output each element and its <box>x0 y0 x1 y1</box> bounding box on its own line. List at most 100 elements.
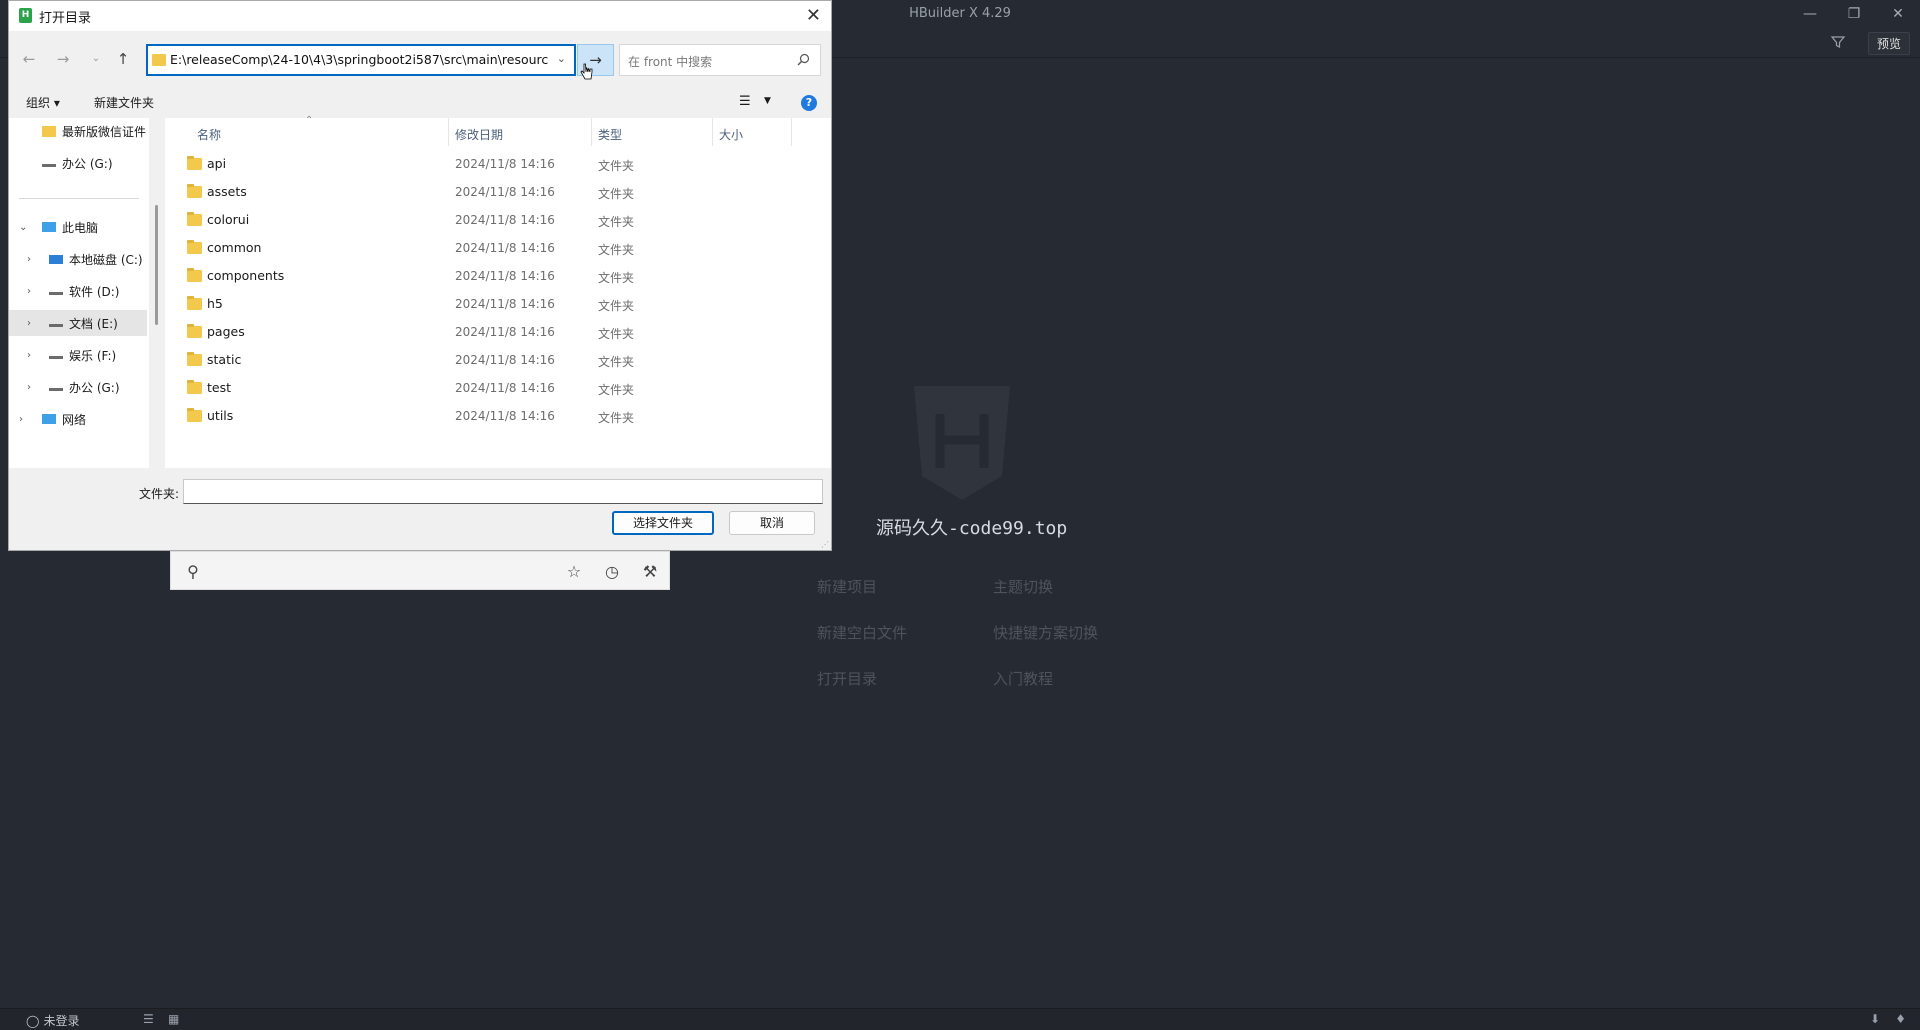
nav-item-label: 办公 (G:) <box>69 380 120 395</box>
address-bar[interactable]: E:\releaseComp\24-10\4\3\springboot2i587… <box>146 44 576 76</box>
nav-item-label: 文档 (E:) <box>69 316 118 331</box>
view-list-icon[interactable]: ☰ <box>739 94 751 109</box>
collapsed-chevron-icon[interactable]: › <box>27 254 31 265</box>
view-dropdown-icon[interactable]: ▼ <box>764 96 771 106</box>
collapsed-chevron-icon[interactable]: › <box>27 382 31 393</box>
drive-icon <box>49 291 63 295</box>
column-divider[interactable] <box>448 118 449 146</box>
folder-icon <box>187 268 202 282</box>
outline-icon[interactable]: ☰ <box>143 1012 154 1026</box>
open-directory-dialog: H 打开目录 ✕ ← → ⌄ ↑ E:\releaseComp\24-10\4\… <box>8 0 832 551</box>
new-project-link[interactable]: 新建项目 <box>817 576 877 597</box>
file-row[interactable]: colorui 2024/11/8 14:16 文件夹 <box>165 206 831 234</box>
file-row[interactable]: components 2024/11/8 14:16 文件夹 <box>165 262 831 290</box>
collapsed-chevron-icon[interactable]: › <box>27 286 31 297</box>
star-icon[interactable]: ☆ <box>564 562 584 582</box>
nav-item-drive-f[interactable]: › 娱乐 (F:) <box>9 342 147 368</box>
file-row[interactable]: test 2024/11/8 14:16 文件夹 <box>165 374 831 402</box>
organize-button[interactable]: 组织 ▾ <box>26 94 60 111</box>
select-folder-button[interactable]: 选择文件夹 <box>612 511 714 535</box>
file-row[interactable]: common 2024/11/8 14:16 文件夹 <box>165 234 831 262</box>
file-date: 2024/11/8 14:16 <box>455 185 555 199</box>
nav-item-wechat-folder[interactable]: 最新版微信证件 <box>9 118 147 144</box>
tools-icon[interactable]: ⚒ <box>640 562 660 582</box>
user-status-label: 未登录 <box>43 1014 80 1028</box>
drive-icon <box>49 323 63 327</box>
file-row[interactable]: api 2024/11/8 14:16 文件夹 <box>165 150 831 178</box>
column-header-date[interactable]: 修改日期 <box>455 126 503 143</box>
back-arrow-icon[interactable]: ← <box>19 49 39 69</box>
filter-icon[interactable] <box>1830 34 1846 50</box>
resize-grip-icon[interactable]: ⋰ <box>821 540 829 549</box>
file-type: 文件夹 <box>598 327 635 341</box>
file-row[interactable]: utils 2024/11/8 14:16 文件夹 <box>165 402 831 430</box>
file-type: 文件夹 <box>598 215 635 229</box>
folder-input[interactable] <box>183 479 823 504</box>
preview-button[interactable]: 预览 <box>1867 32 1910 55</box>
file-type: 文件夹 <box>598 243 635 257</box>
nav-item-drive-d[interactable]: › 软件 (D:) <box>9 278 147 304</box>
drive-icon <box>42 163 56 167</box>
cancel-button[interactable]: 取消 <box>729 511 815 535</box>
nav-item-drive-e[interactable]: › 文档 (E:) <box>9 310 147 336</box>
file-row[interactable]: static 2024/11/8 14:16 文件夹 <box>165 346 831 374</box>
nav-item-drive-g[interactable]: 办公 (G:) <box>9 150 147 176</box>
nav-item-label: 本地磁盘 (C:) <box>69 252 143 267</box>
help-icon[interactable]: ? <box>801 95 817 111</box>
new-blank-file-link[interactable]: 新建空白文件 <box>817 622 907 643</box>
file-name: assets <box>207 184 247 199</box>
file-row[interactable]: pages 2024/11/8 14:16 文件夹 <box>165 318 831 346</box>
file-date: 2024/11/8 14:16 <box>455 269 555 283</box>
open-directory-link[interactable]: 打开目录 <box>817 668 877 689</box>
file-name: common <box>207 240 262 255</box>
close-icon[interactable]: ✕ <box>806 5 821 26</box>
tutorial-link[interactable]: 入门教程 <box>993 668 1053 689</box>
folder-icon <box>187 212 202 226</box>
user-status[interactable]: ◯ 未登录 <box>26 1012 79 1029</box>
file-type: 文件夹 <box>598 355 635 369</box>
nav-scrollbar[interactable] <box>155 205 158 325</box>
nav-item-drive-g2[interactable]: › 办公 (G:) <box>9 374 147 400</box>
address-dropdown-icon[interactable]: ⌄ <box>557 52 566 65</box>
up-arrow-icon[interactable]: ↑ <box>113 49 133 69</box>
forward-arrow-icon[interactable]: → <box>53 49 73 69</box>
file-type: 文件夹 <box>598 383 635 397</box>
column-header-size[interactable]: 大小 <box>719 126 743 143</box>
column-header-name[interactable]: 名称 <box>197 126 221 143</box>
collapsed-chevron-icon[interactable]: › <box>19 414 23 425</box>
folder-icon <box>187 408 202 422</box>
search-icon[interactable]: ⚲ <box>183 562 203 582</box>
download-icon[interactable]: ⬇ <box>1870 1012 1880 1026</box>
collapsed-chevron-icon[interactable]: › <box>27 318 31 329</box>
address-text[interactable]: E:\releaseComp\24-10\4\3\springboot2i587… <box>170 52 548 67</box>
search-placeholder: 在 front 中搜索 <box>628 55 713 69</box>
quick-search-bar[interactable]: ⚲ ☆ ◷ ⚒ <box>170 551 670 590</box>
bell-icon[interactable]: ♦ <box>1895 1012 1906 1026</box>
column-header-type[interactable]: 类型 <box>598 126 622 143</box>
search-input[interactable]: 在 front 中搜索 <box>619 44 821 76</box>
column-divider[interactable] <box>712 118 713 146</box>
terminal-icon[interactable]: ▦ <box>168 1012 179 1026</box>
nav-item-network[interactable]: › 网络 <box>9 406 147 432</box>
keymap-switch-link[interactable]: 快捷键方案切换 <box>993 622 1098 643</box>
command-bar: 组织 ▾ 新建文件夹 ☰ ▼ ? <box>9 87 831 117</box>
new-folder-button[interactable]: 新建文件夹 <box>94 94 154 111</box>
file-row[interactable]: h5 2024/11/8 14:16 文件夹 <box>165 290 831 318</box>
recent-chevron-icon[interactable]: ⌄ <box>86 49 106 69</box>
close-window-icon[interactable]: ✕ <box>1876 0 1920 28</box>
column-divider[interactable] <box>791 118 792 146</box>
minimize-icon[interactable]: — <box>1788 0 1832 28</box>
status-bar: ◯ 未登录 ☰ ▦ ⬇ ♦ <box>0 1008 1920 1030</box>
file-name: h5 <box>207 296 223 311</box>
theme-switch-link[interactable]: 主题切换 <box>993 576 1053 597</box>
nav-item-this-pc[interactable]: ⌄ 此电脑 <box>9 214 147 240</box>
nav-item-drive-c[interactable]: › 本地磁盘 (C:) <box>9 246 147 272</box>
file-row[interactable]: assets 2024/11/8 14:16 文件夹 <box>165 178 831 206</box>
drive-icon <box>49 387 63 391</box>
collapsed-chevron-icon[interactable]: › <box>27 350 31 361</box>
restore-icon[interactable]: ❐ <box>1832 0 1876 28</box>
column-divider[interactable] <box>591 118 592 146</box>
folder-icon <box>152 54 166 66</box>
expanded-chevron-icon[interactable]: ⌄ <box>19 222 27 233</box>
history-icon[interactable]: ◷ <box>602 562 622 582</box>
